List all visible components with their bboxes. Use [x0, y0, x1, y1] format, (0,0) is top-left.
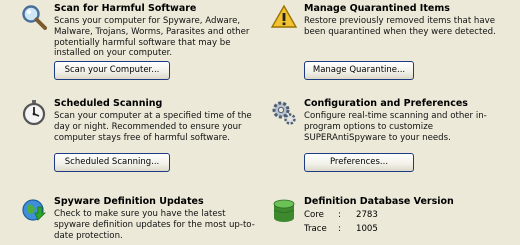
magnifier-icon	[20, 3, 48, 31]
config-title: Configuration and Preferences	[304, 98, 468, 109]
trace-label: Trace	[304, 224, 327, 234]
globe-update-icon	[20, 196, 48, 224]
manage-quarantine-button[interactable]: Manage Quarantine...	[304, 61, 414, 80]
core-label: Core	[304, 210, 324, 220]
scan-computer-button[interactable]: Scan your Computer...	[54, 61, 170, 80]
core-value: 2783	[356, 210, 378, 220]
trace-separator: :	[338, 224, 341, 234]
scan-description: Scans your computer for Spyware, Adware,…	[54, 16, 250, 59]
database-icon	[270, 196, 298, 224]
updates-description: Check to make sure you have the latest s…	[54, 209, 255, 241]
scheduled-title: Scheduled Scanning	[54, 98, 163, 109]
trace-value: 1005	[356, 224, 378, 234]
updates-title: Spyware Definition Updates	[54, 196, 204, 207]
quarantine-title: Manage Quarantined Items	[304, 3, 450, 14]
stopwatch-icon	[20, 98, 48, 126]
quarantine-description: Restore previously removed items that ha…	[304, 16, 496, 37]
scheduled-scanning-button[interactable]: Scheduled Scanning...	[54, 153, 170, 172]
trace-version-row: Trace: 1005	[304, 224, 378, 235]
scan-title: Scan for Harmful Software	[54, 3, 197, 14]
preferences-button[interactable]: Preferences...	[304, 153, 414, 172]
database-title: Definition Database Version	[304, 196, 454, 207]
core-version-row: Core: 2783	[304, 210, 378, 221]
scheduled-description: Scan your computer at a specified time o…	[54, 111, 252, 143]
gears-icon	[270, 98, 298, 126]
core-separator: :	[338, 210, 341, 220]
config-description: Configure real-time scanning and other i…	[304, 111, 487, 143]
quarantine-icon	[270, 3, 298, 31]
